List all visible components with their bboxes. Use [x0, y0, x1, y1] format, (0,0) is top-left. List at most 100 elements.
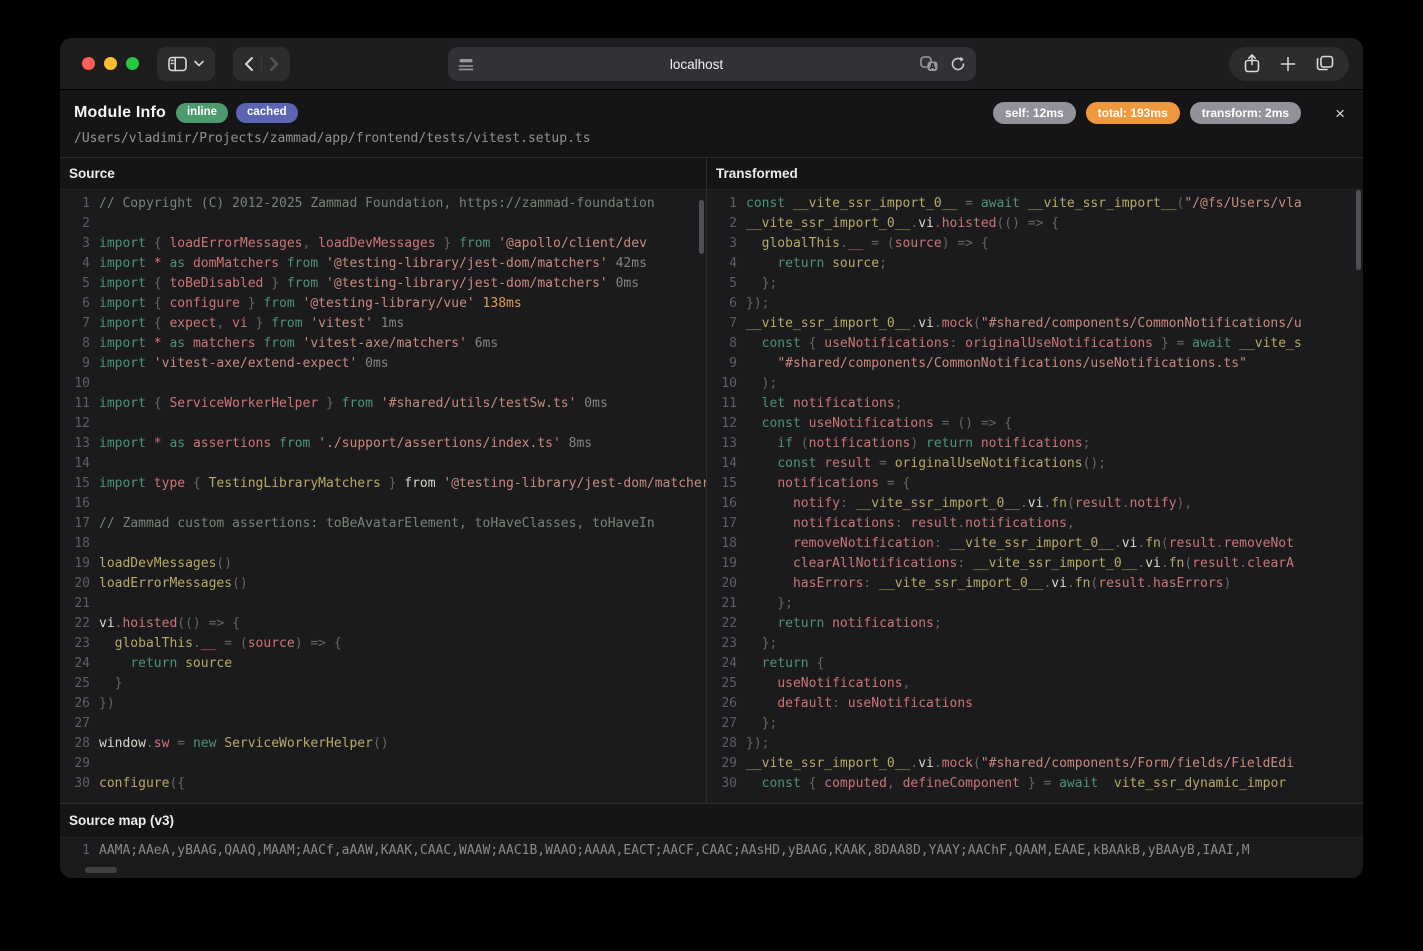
line-number: 27	[707, 714, 737, 734]
line-number: 29	[60, 754, 90, 774]
tab-overview-icon[interactable]	[1316, 55, 1334, 72]
line-number: 7	[60, 314, 90, 334]
code-line: 23 };	[707, 634, 1363, 654]
line-number: 12	[60, 414, 90, 434]
code-text: return source;	[746, 254, 887, 274]
address-bar[interactable]: localhost A	[448, 47, 976, 81]
code-line: 3 globalThis.__ = (source) => {	[707, 234, 1363, 254]
line-number: 11	[707, 394, 737, 414]
line-number: 27	[60, 714, 90, 734]
code-text: "#shared/components/CommonNotifications/…	[746, 354, 1247, 374]
code-text: if (notifications) return notifications;	[746, 434, 1090, 454]
sourcemap-line: 1 AAMA;AAeA,yBAAG,QAAQ,MAAM;AACf,aAAW,KA…	[60, 841, 1363, 861]
code-text: });	[746, 294, 769, 314]
code-text: };	[746, 594, 793, 614]
line-number: 17	[707, 514, 737, 534]
code-line: 24 return {	[707, 654, 1363, 674]
code-text: notifications: result.notifications,	[746, 514, 1075, 534]
code-line: 11import { ServiceWorkerHelper } from '#…	[60, 394, 706, 414]
code-text: import { ServiceWorkerHelper } from '#sh…	[99, 394, 608, 414]
code-line: 11 let notifications;	[707, 394, 1363, 414]
code-text: const useNotifications = () => {	[746, 414, 1012, 434]
minimize-window-button[interactable]	[104, 57, 117, 70]
line-number: 16	[707, 494, 737, 514]
line-number: 22	[707, 614, 737, 634]
forward-button[interactable]	[269, 56, 279, 72]
history-nav-group	[233, 47, 290, 81]
close-icon[interactable]: ×	[1331, 105, 1349, 122]
line-number: 20	[60, 574, 90, 594]
code-text: import * as matchers from 'vitest-axe/ma…	[99, 334, 498, 354]
code-line: 5 };	[707, 274, 1363, 294]
line-number: 8	[707, 334, 737, 354]
source-panel-title: Source	[60, 158, 706, 190]
zoom-window-button[interactable]	[126, 57, 139, 70]
transformed-scrollbar[interactable]	[1356, 190, 1361, 270]
line-number: 26	[60, 694, 90, 714]
line-number: 10	[707, 374, 737, 394]
back-button[interactable]	[244, 56, 254, 72]
line-number: 3	[707, 234, 737, 254]
code-line: 1// Copyright (C) 2012-2025 Zammad Found…	[60, 194, 706, 214]
translate-icon[interactable]: A	[920, 56, 939, 72]
line-number: 25	[60, 674, 90, 694]
sourcemap-mappings: AAMA;AAeA,yBAAG,QAAQ,MAAM;AACf,aAAW,KAAK…	[99, 841, 1250, 861]
line-number: 23	[707, 634, 737, 654]
code-text: // Zammad custom assertions: toBeAvatarE…	[99, 514, 655, 534]
code-line: 28});	[707, 734, 1363, 754]
sidebar-toggle-button[interactable]	[157, 47, 215, 81]
code-line: 4import * as domMatchers from '@testing-…	[60, 254, 706, 274]
code-text: return notifications;	[746, 614, 942, 634]
line-number: 18	[60, 534, 90, 554]
code-line: 19loadDevMessages()	[60, 554, 706, 574]
toolbar-right-cluster	[1229, 47, 1349, 81]
badge: cached	[236, 103, 298, 123]
sidebar-icon	[168, 56, 187, 72]
code-line: 14	[60, 454, 706, 474]
code-text: clearAllNotifications: __vite_ssr_import…	[746, 554, 1294, 574]
code-text: __vite_ssr_import_0__.vi.hoisted(() => {	[746, 214, 1059, 234]
code-text: __vite_ssr_import_0__.vi.mock("#shared/c…	[746, 314, 1302, 334]
code-text: import { expect, vi } from 'vitest' 1ms	[99, 314, 404, 334]
code-line: 13 if (notifications) return notificatio…	[707, 434, 1363, 454]
line-number: 6	[707, 294, 737, 314]
source-code: 1// Copyright (C) 2012-2025 Zammad Found…	[60, 190, 706, 803]
code-text: hasErrors: __vite_ssr_import_0__.vi.fn(r…	[746, 574, 1231, 594]
code-text: default: useNotifications	[746, 694, 973, 714]
code-text: configure({	[99, 774, 185, 794]
code-text: };	[746, 274, 777, 294]
code-text: removeNotification: __vite_ssr_import_0_…	[746, 534, 1294, 554]
share-icon[interactable]	[1244, 54, 1260, 73]
code-line: 30 const { computed, defineComponent } =…	[707, 774, 1363, 794]
close-window-button[interactable]	[82, 57, 95, 70]
code-line: 20loadErrorMessages()	[60, 574, 706, 594]
code-text: window.sw = new ServiceWorkerHelper()	[99, 734, 389, 754]
code-text: globalThis.__ = (source) => {	[99, 634, 342, 654]
line-number: 7	[707, 314, 737, 334]
code-line: 19 clearAllNotifications: __vite_ssr_imp…	[707, 554, 1363, 574]
sourcemap-title: Source map (v3)	[60, 804, 1363, 838]
sourcemap-horizontal-scrollbar[interactable]	[85, 867, 117, 873]
line-number: 4	[60, 254, 90, 274]
code-text: import * as assertions from './support/a…	[99, 434, 592, 454]
code-text: };	[746, 714, 777, 734]
module-info-header: Module Info inlinecached self: 12mstotal…	[60, 90, 1363, 158]
code-line: 27	[60, 714, 706, 734]
code-line: 12 const useNotifications = () => {	[707, 414, 1363, 434]
line-number: 2	[60, 214, 90, 234]
line-number: 21	[60, 594, 90, 614]
line-number: 26	[707, 694, 737, 714]
code-text: // Copyright (C) 2012-2025 Zammad Founda…	[99, 194, 655, 214]
code-line: 16 notify: __vite_ssr_import_0__.vi.fn(r…	[707, 494, 1363, 514]
code-line: 8 const { useNotifications: originalUseN…	[707, 334, 1363, 354]
line-number: 22	[60, 614, 90, 634]
code-line: 6import { configure } from '@testing-lib…	[60, 294, 706, 314]
line-number: 16	[60, 494, 90, 514]
new-tab-icon[interactable]	[1280, 56, 1296, 72]
chevron-down-icon	[194, 60, 204, 67]
code-line: 21 };	[707, 594, 1363, 614]
source-scrollbar[interactable]	[699, 200, 704, 254]
code-text: notify: __vite_ssr_import_0__.vi.fn(resu…	[746, 494, 1192, 514]
reload-icon[interactable]	[950, 56, 966, 72]
code-line: 20 hasErrors: __vite_ssr_import_0__.vi.f…	[707, 574, 1363, 594]
